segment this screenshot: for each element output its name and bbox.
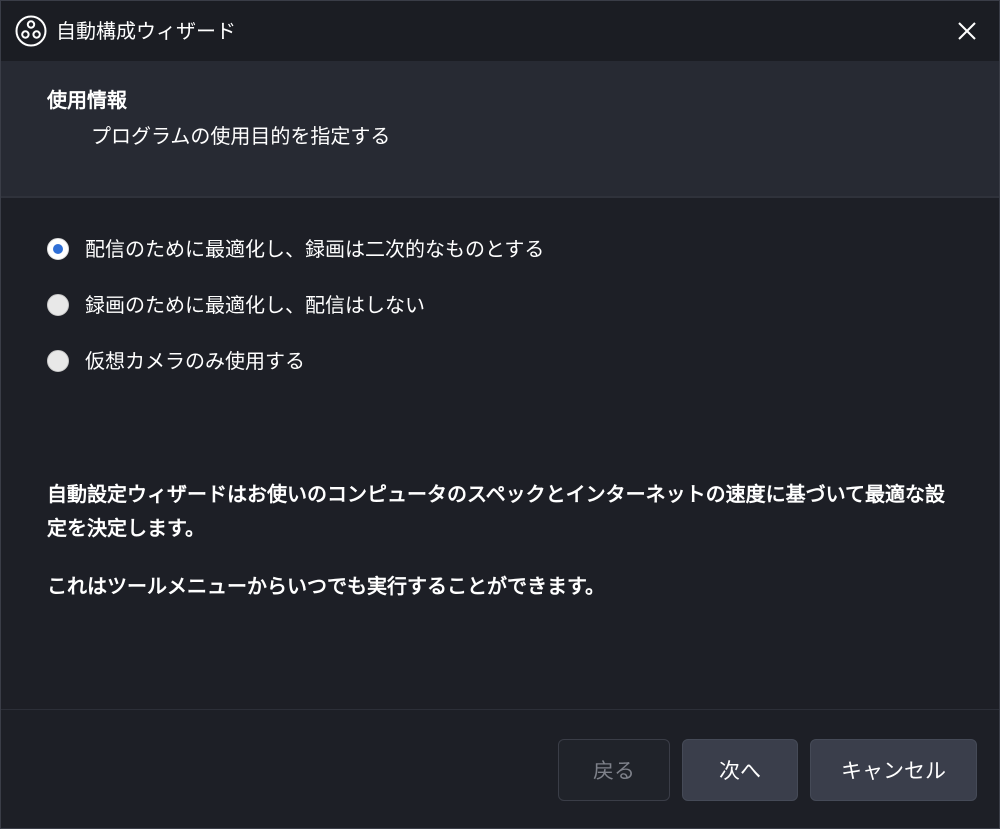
- window-title: 自動構成ウィザード: [56, 19, 236, 43]
- option-label: 配信のために最適化し、録画は二次的なものとする: [85, 237, 545, 261]
- page-header: 使用情報 プログラムの使用目的を指定する: [1, 61, 999, 198]
- radio-button[interactable]: [47, 350, 69, 372]
- close-button[interactable]: [951, 15, 983, 47]
- auto-config-wizard-window: 自動構成ウィザード 使用情報 プログラムの使用目的を指定する 配信のために最適化…: [0, 0, 1000, 829]
- footer-divider: [1, 709, 999, 710]
- radio-button-checked[interactable]: [47, 238, 69, 260]
- close-icon: [958, 22, 976, 40]
- option-stream-optimized[interactable]: 配信のために最適化し、録画は二次的なものとする: [47, 234, 544, 264]
- option-label: 仮想カメラのみ使用する: [85, 349, 305, 373]
- option-virtual-camera[interactable]: 仮想カメラのみ使用する: [47, 346, 305, 376]
- option-label: 録画のために最適化し、配信はしない: [85, 293, 425, 317]
- option-record-optimized[interactable]: 録画のために最適化し、配信はしない: [47, 290, 425, 320]
- page-subtitle: プログラムの使用目的を指定する: [91, 124, 391, 148]
- title-bar: 自動構成ウィザード: [1, 1, 999, 61]
- wizard-note: これはツールメニューからいつでも実行することができます。: [47, 574, 605, 598]
- next-button[interactable]: 次へ: [682, 739, 798, 801]
- back-button[interactable]: 戻る: [558, 739, 670, 801]
- page-title: 使用情報: [47, 88, 127, 112]
- obs-logo-icon: [15, 15, 47, 47]
- cancel-button[interactable]: キャンセル: [810, 739, 977, 801]
- radio-button[interactable]: [47, 294, 69, 316]
- wizard-description: 自動設定ウィザードはお使いのコンピュータのスペックとインターネットの速度に基づい…: [47, 482, 945, 540]
